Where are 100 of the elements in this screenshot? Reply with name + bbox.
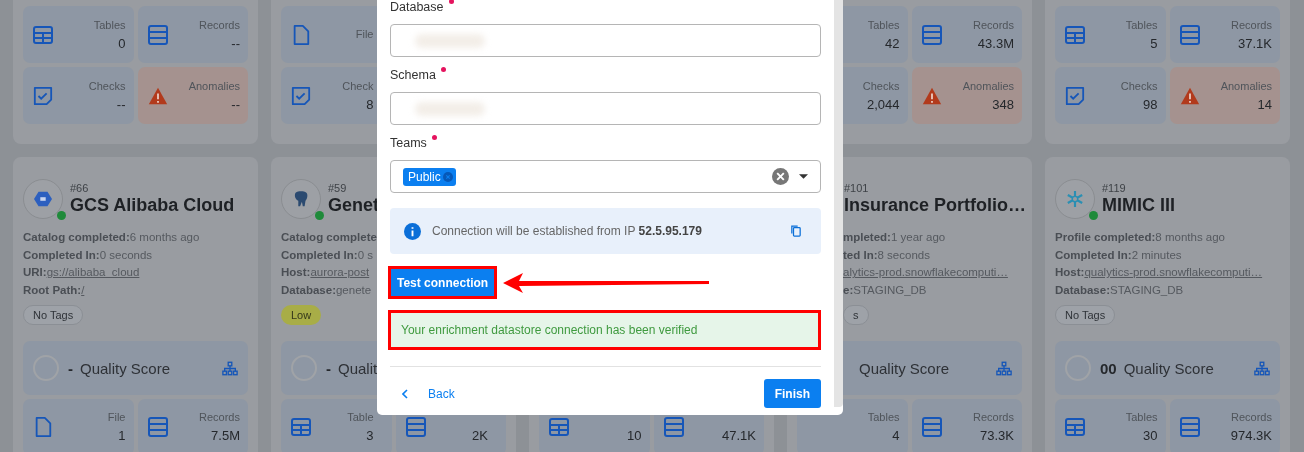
table-icon: [1065, 24, 1085, 45]
hierarchy-icon[interactable]: [1254, 360, 1270, 376]
checklist-icon: [1065, 85, 1085, 106]
table-icon: [1065, 417, 1085, 437]
checklist-icon: [291, 85, 311, 106]
card-number: #59: [328, 182, 348, 194]
scrollbar[interactable]: [834, 0, 843, 407]
test-connection-button[interactable]: Test connection: [391, 269, 495, 296]
checklist-icon: [33, 85, 53, 106]
info-line: ted In:8 seconds: [843, 247, 930, 263]
stat-label: Tables: [867, 18, 900, 32]
card-number: #66: [70, 182, 90, 194]
stat-value: 42: [885, 35, 900, 51]
stat-value: --: [231, 96, 240, 112]
card-title: GCS Alibaba Cloud: [70, 194, 235, 216]
tag: Low: [281, 305, 322, 325]
stat-value: --: [231, 35, 240, 51]
status-dot: [57, 211, 66, 220]
stat-label: Check: [342, 79, 374, 93]
back-button[interactable]: Back: [390, 386, 455, 401]
stat-label: Checks: [88, 79, 126, 93]
field-label: Database: [390, 0, 444, 14]
records-icon: [147, 24, 168, 45]
stat-label: Records: [1231, 411, 1272, 424]
stat-value: 2,044: [866, 96, 900, 112]
score-label: Quality Score: [859, 359, 951, 377]
stat-label: Tables: [1125, 411, 1158, 424]
stat-value: 7.5M: [211, 428, 240, 443]
stat-label: Records: [199, 411, 240, 424]
required-dot: [431, 135, 437, 140]
info-line: Host:aurora-post: [281, 265, 370, 281]
hexagon-icon: [34, 190, 52, 208]
success-message: Your enrichment datastore connection has been verified: [391, 313, 818, 347]
info-line: Database:STAGING_DB: [1055, 283, 1184, 299]
file-icon: [33, 417, 53, 437]
stat-value: 30: [1143, 428, 1158, 443]
snowflake-icon: [1066, 190, 1084, 208]
clear-icon[interactable]: [772, 168, 789, 185]
stat-value: 98: [1143, 96, 1158, 112]
hierarchy-icon[interactable]: [222, 360, 238, 376]
score-label: Quality Score: [80, 359, 172, 377]
tag: s: [843, 305, 869, 325]
stat-value: --: [116, 96, 126, 112]
records-icon: [1179, 417, 1200, 437]
score-value: -: [68, 359, 73, 377]
stat-label: Records: [973, 18, 1014, 32]
info-line: mpleted:1 year ago: [843, 230, 946, 245]
tag: No Tags: [1055, 305, 1116, 325]
stat-label: Tables: [867, 411, 900, 424]
field-label: Teams: [390, 136, 427, 150]
hierarchy-icon[interactable]: [996, 360, 1012, 376]
stat-value: 10: [627, 428, 642, 443]
elephant-icon: [292, 190, 310, 208]
info-line: Database:genete: [281, 283, 372, 299]
chevron-left-icon[interactable]: [402, 388, 408, 399]
records-icon: [663, 417, 684, 437]
input-field[interactable]: [390, 24, 821, 57]
card-number: #101: [844, 182, 870, 194]
stat-value: 5: [1150, 35, 1158, 51]
stat-value: 37.1K: [1238, 35, 1272, 51]
score-value: 00: [1100, 359, 1117, 377]
info-line: Completed In:0 s: [281, 247, 373, 263]
stat-value: 2K: [472, 428, 488, 443]
card-title: MIMIC III: [1102, 194, 1175, 216]
records-icon: [147, 417, 168, 437]
caret-icon[interactable]: [799, 174, 808, 179]
info-icon: [404, 222, 421, 240]
records-icon: [1179, 24, 1200, 45]
table-icon: [549, 417, 569, 437]
card-title: Genet: [328, 194, 379, 216]
required-dot: [448, 0, 454, 4]
info-line: Catalog completed:6 months ago: [23, 230, 200, 245]
copy-icon[interactable]: [791, 225, 801, 237]
stat-value: 348: [992, 96, 1014, 112]
stat-label: Table: [347, 411, 374, 424]
stat-value: 0: [118, 35, 126, 51]
teams-select[interactable]: Public: [390, 160, 821, 193]
team-chip[interactable]: Public: [403, 167, 456, 186]
stat-label: File: [107, 411, 126, 424]
required-dot: [440, 67, 446, 72]
records-icon: [405, 417, 426, 437]
card-number: #119: [1102, 182, 1127, 194]
status-dot: [1089, 211, 1098, 220]
stat-value: 47.1K: [722, 428, 756, 443]
info-line: Host:qualytics-prod.snowflakecomputi…: [1055, 265, 1263, 281]
stat-label: File: [355, 28, 374, 41]
records-icon: [921, 417, 942, 437]
stat-value: 4: [892, 428, 900, 443]
finish-button[interactable]: Finish: [763, 379, 821, 408]
stat-value: 14: [1257, 96, 1272, 112]
stat-label: Records: [1231, 18, 1272, 32]
info-text: Connection will be established from IP 52.5.95.179: [432, 224, 703, 238]
tag: No Tags: [23, 305, 84, 325]
table-icon: [291, 417, 311, 437]
input-field[interactable]: [390, 92, 821, 125]
remove-icon[interactable]: [442, 171, 453, 182]
info-line: Root Path:/: [23, 283, 85, 299]
records-icon: [921, 24, 942, 45]
stat-label: Anomalies: [1220, 79, 1272, 93]
info-line: Completed In:2 minutes: [1055, 247, 1182, 263]
